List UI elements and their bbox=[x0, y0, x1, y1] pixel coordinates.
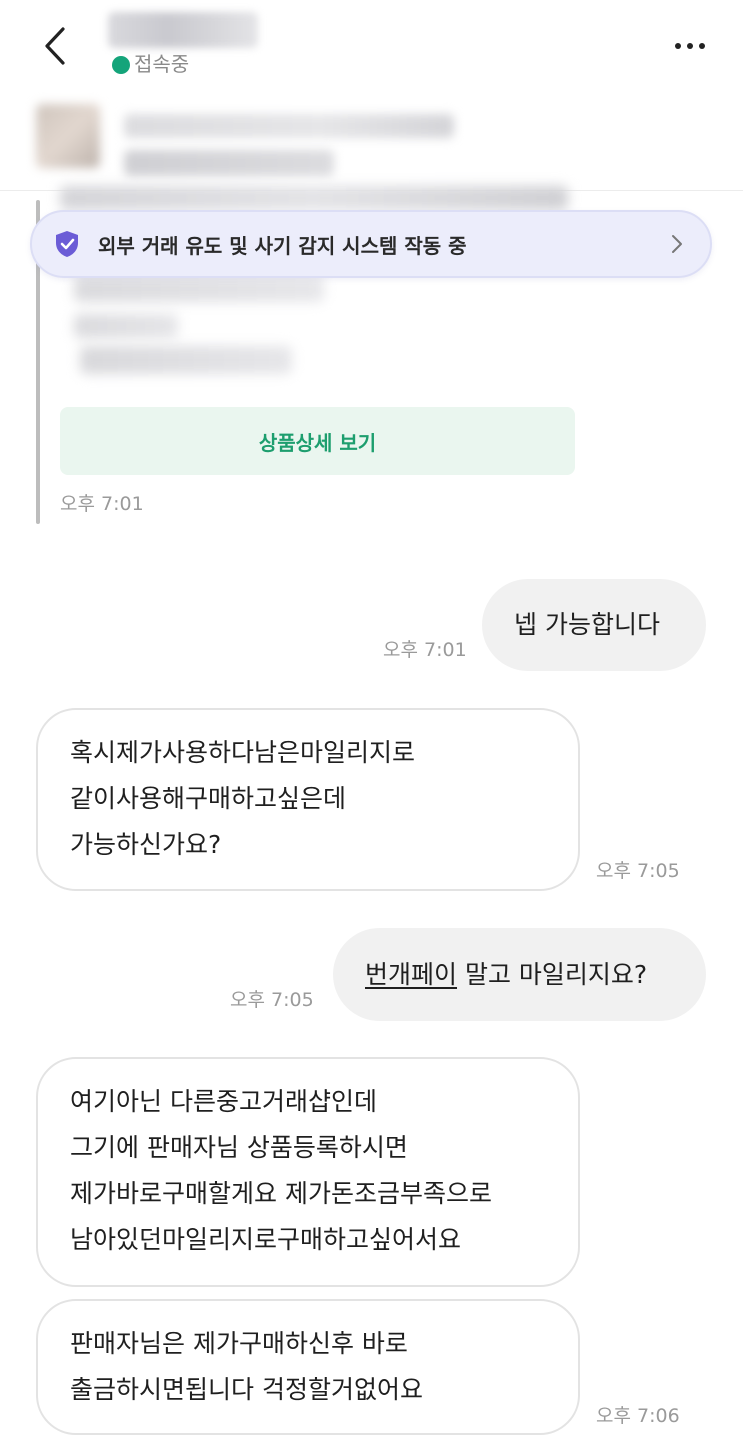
message-text-line: 제가바로구매할게요 제가돈조금부족으로 bbox=[70, 1179, 492, 1208]
chat-partner-name-redacted bbox=[108, 12, 258, 48]
message-line-redacted bbox=[74, 314, 178, 338]
message-link-text[interactable]: 번개페이 bbox=[365, 952, 457, 998]
fraud-detection-banner[interactable]: 외부 거래 유도 및 사기 감지 시스템 작동 중 bbox=[30, 210, 712, 278]
chevron-left-icon bbox=[45, 27, 65, 65]
product-thumbnail-redacted[interactable] bbox=[36, 104, 100, 168]
view-product-details-button[interactable]: 상품상세 보기 bbox=[60, 407, 575, 475]
message-text-line: 출금하시면됩니다 걱정할거없어요 bbox=[70, 1375, 423, 1404]
message-timestamp: 오후 7:05 bbox=[230, 989, 314, 1011]
incoming-message-bubble: 여기아닌 다른중고거래샵인데 그기에 판매자님 상품등록하시면 제가바로구매할게… bbox=[36, 1057, 580, 1287]
message-text: 말고 마일리지요? bbox=[457, 959, 648, 989]
message-line-redacted bbox=[60, 186, 568, 210]
incoming-message-bubble: 혹시제가사용하다남은마일리지로 같이사용해구매하고싶은데 가능하신가요? bbox=[36, 708, 580, 891]
more-horizontal-icon bbox=[675, 43, 681, 49]
outgoing-message-bubble: 넵 가능합니다 bbox=[482, 579, 706, 671]
message-text-line: 그기에 판매자님 상품등록하시면 bbox=[70, 1133, 408, 1162]
message-text-line: 여기아닌 다른중고거래샵인데 bbox=[70, 1087, 377, 1116]
message-text: 넵 가능합니다 bbox=[514, 610, 660, 639]
message-timestamp: 오후 7:05 bbox=[596, 860, 680, 882]
message-text-line: 혹시제가사용하다남은마일리지로 bbox=[70, 738, 416, 767]
product-title-redacted bbox=[124, 114, 454, 138]
fraud-banner-text: 외부 거래 유도 및 사기 감지 시스템 작동 중 bbox=[98, 233, 467, 258]
message-text-line: 남아있던마일리지로구매하고싶어서요 bbox=[70, 1225, 462, 1254]
product-price-redacted bbox=[124, 150, 334, 176]
outgoing-message-bubble: 번개페이 말고 마일리지요? bbox=[333, 928, 706, 1021]
message-line-redacted bbox=[74, 276, 324, 302]
message-timestamp: 오후 7:06 bbox=[596, 1405, 680, 1427]
message-text-line: 판매자님은 제가구매하신후 바로 bbox=[70, 1329, 408, 1358]
online-status-dot bbox=[112, 56, 130, 74]
message-timestamp: 오후 7:01 bbox=[383, 639, 467, 661]
more-options-button[interactable] bbox=[665, 26, 715, 66]
message-text-line: 같이사용해구매하고싶은데 bbox=[70, 784, 347, 813]
chevron-right-icon bbox=[672, 235, 682, 253]
message-timestamp: 오후 7:01 bbox=[60, 493, 144, 515]
incoming-message-bubble: 판매자님은 제가구매하신후 바로 출금하시면됩니다 걱정할거없어요 bbox=[36, 1299, 580, 1435]
message-line-redacted bbox=[80, 346, 292, 374]
back-button[interactable] bbox=[30, 18, 80, 74]
shield-check-icon bbox=[56, 231, 78, 257]
online-status-text: 접속중 bbox=[134, 52, 190, 76]
message-text-line: 가능하신가요? bbox=[70, 830, 222, 859]
